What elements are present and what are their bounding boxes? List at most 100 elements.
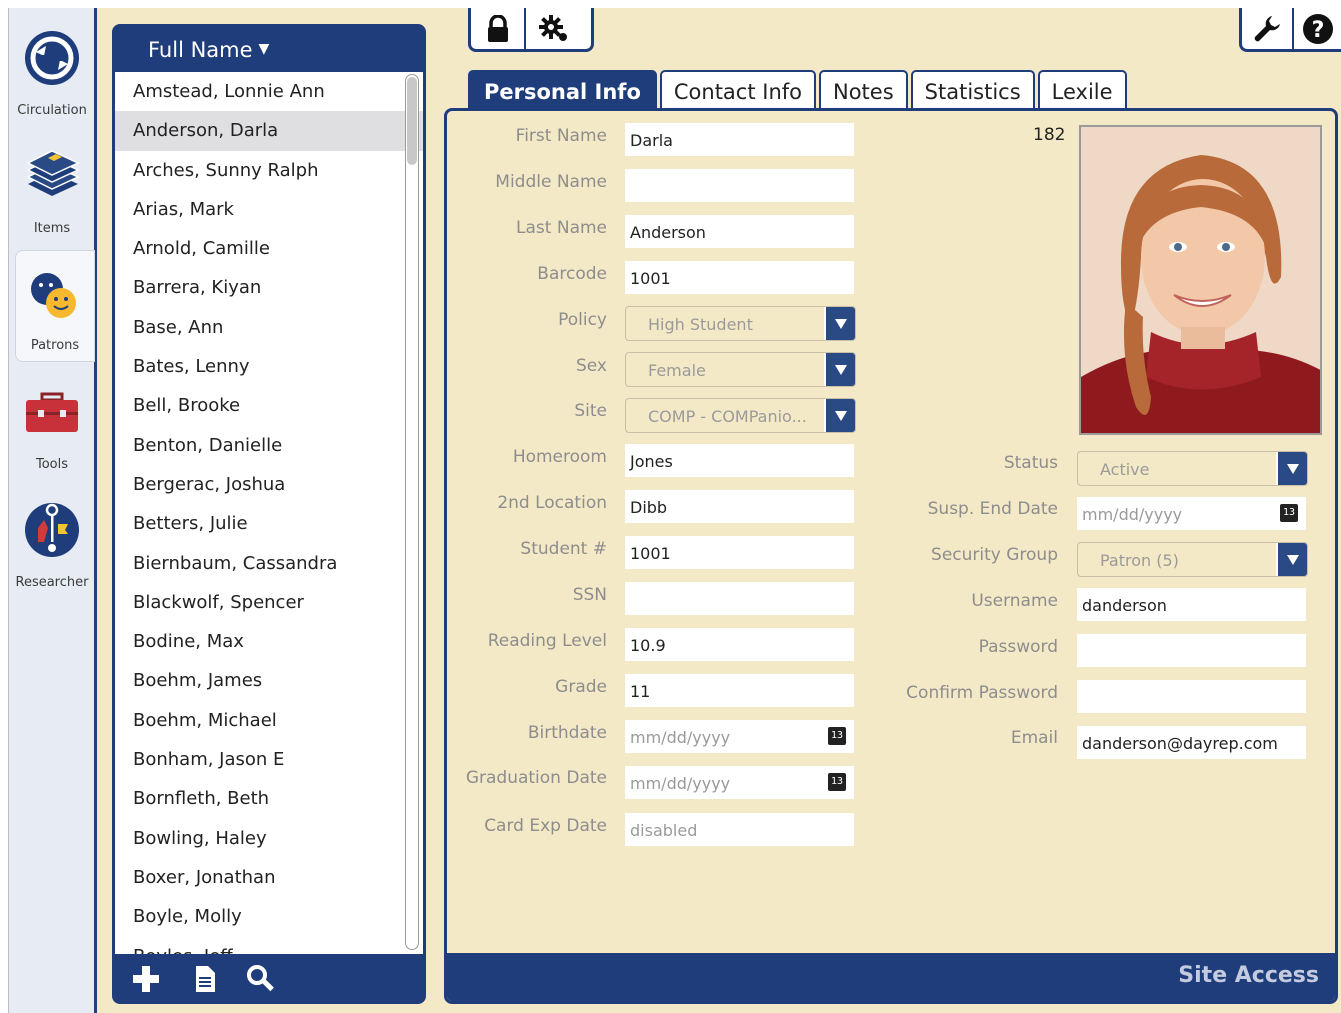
patron-list-item[interactable]: Bornfleth, Beth — [115, 779, 423, 818]
confirm-password-field[interactable] — [1077, 680, 1306, 713]
security-group-value: Patron (5) — [1100, 551, 1179, 570]
patron-list-item[interactable]: Boyle, Molly — [115, 897, 423, 936]
patron-list-item[interactable]: Bell, Brooke — [115, 386, 423, 425]
add-patron-button[interactable] — [129, 962, 163, 996]
list-footer — [112, 954, 426, 1004]
first-name-field[interactable]: Darla — [625, 123, 854, 156]
policy-value: High Student — [648, 315, 753, 334]
lock-button[interactable] — [471, 8, 526, 49]
sort-caret-icon: ▼ — [258, 41, 270, 57]
tab-notes[interactable]: Notes — [819, 70, 908, 110]
items-stack-icon — [26, 150, 80, 196]
site-access-link[interactable]: Site Access — [1178, 963, 1319, 988]
document-icon — [196, 966, 215, 992]
patron-list-item[interactable]: Boehm, James — [115, 661, 423, 700]
susp-end-date-label: Susp. End Date — [927, 499, 1058, 519]
nav-patrons[interactable]: Patrons — [15, 250, 95, 362]
reading-level-field[interactable]: 10.9 — [625, 628, 854, 661]
nav-label-patrons: Patrons — [30, 338, 80, 353]
patron-list-item[interactable]: Arches, Sunny Ralph — [115, 151, 423, 190]
researcher-icon — [25, 503, 79, 557]
form-footer: Site Access — [447, 953, 1335, 1001]
susp-end-date-field[interactable]: mm/dd/yyyy 13 — [1077, 497, 1306, 530]
patron-list-item[interactable]: Bates, Lenny — [115, 347, 423, 386]
patron-list-item[interactable]: Amstead, Lonnie Ann — [115, 72, 423, 111]
status-select[interactable]: Active — [1077, 451, 1308, 486]
middle-name-field[interactable] — [625, 169, 854, 202]
patron-list-item[interactable]: Boehm, Michael — [115, 701, 423, 740]
patron-list-item[interactable]: Bodine, Max — [115, 622, 423, 661]
student-number-field[interactable]: 1001 — [625, 536, 854, 569]
second-location-label: 2nd Location — [497, 493, 607, 513]
patron-list-item[interactable]: Barrera, Kiyan — [115, 268, 423, 307]
last-name-field[interactable]: Anderson — [625, 215, 854, 248]
list-sort-header[interactable]: Full Name ▼ — [112, 24, 426, 72]
patron-list-item[interactable]: Blackwolf, Spencer — [115, 583, 423, 622]
nav-items[interactable]: Items — [9, 132, 95, 244]
patron-list-item[interactable]: Arias, Mark — [115, 190, 423, 229]
patron-list-item[interactable]: Bergerac, Joshua — [115, 465, 423, 504]
security-group-label: Security Group — [931, 545, 1058, 565]
tab-lexile[interactable]: Lexile — [1037, 70, 1127, 110]
birthdate-field[interactable]: mm/dd/yyyy 13 — [625, 720, 854, 753]
nav-tools[interactable]: Tools — [9, 368, 95, 480]
patron-list-item[interactable]: Bonham, Jason E — [115, 740, 423, 779]
patron-list-item[interactable]: Boxer, Jonathan — [115, 858, 423, 897]
security-group-select[interactable]: Patron (5) — [1077, 542, 1308, 577]
second-location-field[interactable]: Dibb — [625, 490, 854, 523]
barcode-field[interactable]: 1001 — [625, 261, 854, 294]
toolbox-icon — [26, 392, 78, 432]
patron-report-button[interactable] — [188, 962, 222, 996]
chevron-down-icon — [1276, 543, 1307, 576]
tab-contact-info[interactable]: Contact Info — [659, 70, 816, 110]
nav-researcher[interactable]: Researcher — [9, 486, 95, 598]
username-field[interactable]: danderson — [1077, 588, 1306, 621]
password-field[interactable] — [1077, 634, 1306, 667]
nav-label-researcher: Researcher — [15, 575, 89, 590]
calendar-icon[interactable]: 13 — [1280, 504, 1298, 522]
chevron-down-icon — [824, 353, 855, 386]
calendar-icon[interactable]: 13 — [828, 773, 846, 791]
calendar-icon[interactable]: 13 — [828, 727, 846, 745]
wrench-button[interactable] — [1242, 8, 1294, 49]
patron-list-item[interactable]: Boyles, Jeff — [115, 937, 423, 954]
settings-button[interactable] — [526, 8, 581, 49]
site-select[interactable]: COMP - COMPanio... — [625, 398, 856, 433]
patron-list-item[interactable]: Anderson, Darla — [115, 111, 423, 151]
card-exp-date-label: Card Exp Date — [484, 816, 607, 836]
grade-field[interactable]: 11 — [625, 674, 854, 707]
add-icon — [133, 966, 159, 992]
username-label: Username — [971, 591, 1058, 611]
list-scrollbar[interactable] — [405, 74, 419, 950]
graduation-date-field[interactable]: mm/dd/yyyy 13 — [625, 766, 854, 799]
sex-select[interactable]: Female — [625, 352, 856, 387]
patron-list-item[interactable]: Bowling, Haley — [115, 819, 423, 858]
email-label: Email — [1010, 728, 1058, 748]
patron-list-item[interactable]: Biernbaum, Cassandra — [115, 544, 423, 583]
nav-label-circulation: Circulation — [17, 103, 87, 118]
patron-list-item[interactable]: Base, Ann — [115, 308, 423, 347]
patron-list-item[interactable]: Betters, Julie — [115, 504, 423, 543]
patron-photo[interactable] — [1079, 125, 1322, 435]
help-icon: ? — [1302, 13, 1333, 44]
patron-list-item[interactable]: Benton, Danielle — [115, 426, 423, 465]
policy-select[interactable]: High Student — [625, 306, 856, 341]
susp-end-date-placeholder: mm/dd/yyyy — [1082, 505, 1183, 524]
site-label: Site — [574, 401, 607, 421]
patron-list-item[interactable]: Arnold, Camille — [115, 229, 423, 268]
nav-circulation[interactable]: Circulation — [9, 14, 95, 126]
tab-personal-info[interactable]: Personal Info — [468, 70, 657, 110]
settings-gear-icon — [538, 14, 567, 41]
help-button[interactable]: ? — [1294, 8, 1341, 49]
homeroom-field[interactable]: Jones — [625, 444, 854, 477]
graduation-date-label: Graduation Date — [465, 768, 607, 788]
nav-rail: Circulation Items Patrons Tools Research… — [8, 8, 97, 1013]
search-patron-button[interactable] — [244, 962, 278, 996]
record-number: 182 — [1033, 125, 1066, 145]
toolbar-right-group: ? — [1239, 8, 1341, 52]
email-field[interactable]: danderson@dayrep.com — [1077, 726, 1306, 759]
tab-statistics[interactable]: Statistics — [910, 70, 1035, 110]
ssn-field[interactable] — [625, 582, 854, 615]
scrollbar-thumb[interactable] — [407, 77, 417, 165]
reading-level-label: Reading Level — [487, 631, 607, 651]
